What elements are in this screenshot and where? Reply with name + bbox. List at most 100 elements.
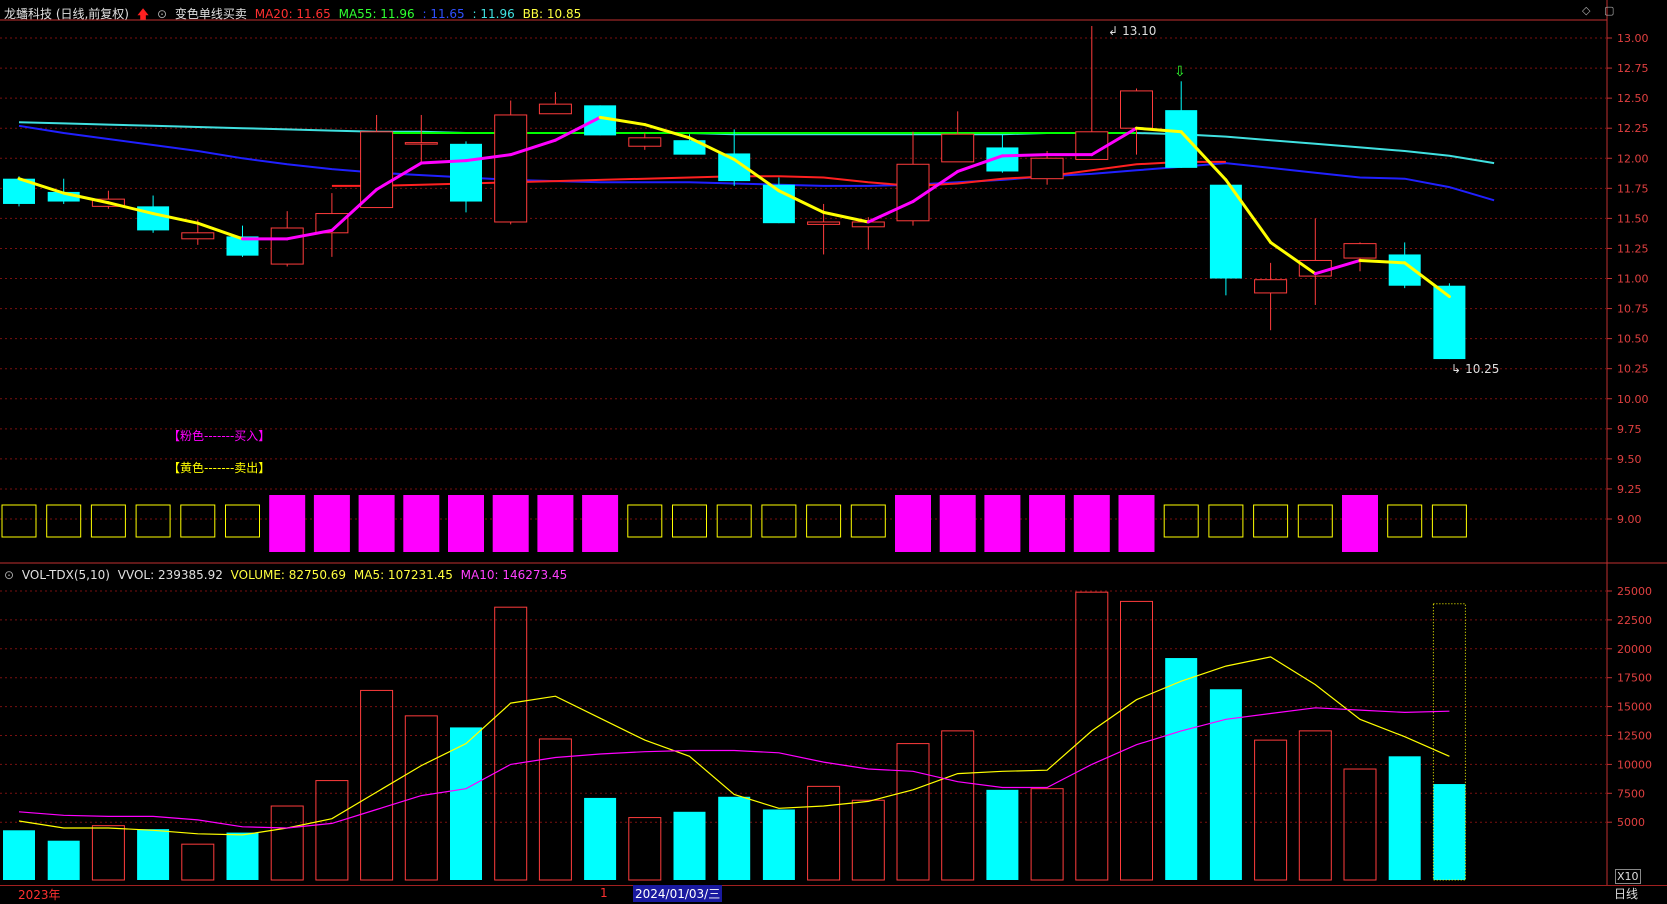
price-tick-label: 12.00	[1617, 152, 1649, 165]
bb-label: BB: 10.85	[522, 7, 582, 21]
ma5-label: MA5: 107231.45	[353, 568, 453, 582]
price-tick-label: 13.00	[1617, 32, 1649, 45]
price-tick-label: 9.00	[1617, 513, 1642, 526]
candle-body	[1254, 279, 1288, 294]
candle-body	[1343, 243, 1377, 259]
volume-bar	[941, 730, 975, 881]
price-axis: 9.00 9.25 9.50 9.75 10.00 10.25 10.50 10.75 11.0…	[1607, 32, 1652, 829]
stock-title[interactable]: 龙蟠科技 (日线,前复权)	[4, 7, 129, 21]
x10-badge[interactable]: X10	[1615, 869, 1641, 884]
cursor-date: 2024/01/03/三	[633, 885, 723, 902]
sell-signal-arrow-icon: ⇩	[1174, 64, 1186, 80]
up-arrow-icon: 🡅	[136, 7, 150, 21]
circle-menu-icon[interactable]: ⊙	[157, 7, 167, 21]
buy-signal-box	[895, 495, 931, 552]
buy-signal-box	[269, 495, 306, 552]
sell-signal-box	[761, 504, 797, 538]
volume-bar	[1254, 739, 1288, 881]
price-tick-label: 10.75	[1617, 303, 1649, 316]
volume-bar	[181, 843, 215, 881]
ma-blue-line	[18, 124, 1495, 202]
chart-header: 龙蟠科技 (日线,前复权) 🡅 ⊙ 变色单线买卖 MA20: 11.65 MA5…	[4, 5, 585, 26]
sell-signal-box	[1208, 504, 1244, 538]
candle-body	[807, 221, 841, 225]
ma55-label: MA55: 11.96	[338, 7, 415, 21]
buy-signal-box	[1342, 495, 1378, 552]
restore-window-icon[interactable]: ▢	[1604, 4, 1614, 17]
signal-boxes	[1, 495, 1467, 552]
price-tick-label: 12.25	[1617, 122, 1649, 135]
candle-body	[360, 131, 394, 209]
volume-bar	[1075, 591, 1109, 881]
price-tick-label: 9.25	[1617, 483, 1642, 496]
volume-chart[interactable]	[3, 591, 1466, 881]
price-tick-label: 11.25	[1617, 242, 1649, 255]
volume-tick-label: 22500	[1617, 614, 1652, 627]
diamond-icon[interactable]: ◇	[1582, 4, 1590, 17]
volume-bar	[137, 829, 170, 880]
date-bar[interactable]	[0, 885, 1667, 904]
chart-canvas[interactable]: 9.00 9.25 9.50 9.75 10.00 10.25 10.50 10.75 11.0…	[0, 0, 1667, 903]
sell-signal-box	[90, 504, 126, 538]
low-arrow-icon: ↳	[1451, 362, 1462, 376]
sell-signal-box	[180, 504, 216, 538]
buy-signal-box	[537, 495, 574, 552]
volume-bar	[450, 727, 482, 880]
buy-signal-box	[358, 495, 395, 552]
volume-bar	[1030, 788, 1064, 881]
price-tick-label: 12.75	[1617, 62, 1649, 75]
volume-bar	[404, 715, 438, 881]
candle-body	[181, 232, 215, 240]
year-label: 2023年	[18, 888, 61, 902]
volume-bar	[762, 809, 795, 880]
sell-signal-box	[135, 504, 171, 538]
volume-bar	[986, 789, 1019, 880]
candle-body	[1030, 157, 1064, 180]
ma20-label: MA20: 11.65	[254, 7, 331, 21]
sell-signal-box	[672, 504, 707, 538]
volume-bar	[494, 606, 528, 881]
low-value: 10.25	[1465, 362, 1500, 376]
vol-title[interactable]: VOL-TDX(5,10)	[22, 568, 110, 582]
buy-signal-box	[984, 495, 1021, 552]
circle-menu-icon[interactable]: ⊙	[4, 568, 14, 582]
price-chart[interactable]	[3, 25, 1495, 360]
legend-buy: 【粉色-------买入】	[168, 429, 271, 443]
candle-body	[270, 227, 304, 265]
buy-signal-box	[1029, 495, 1066, 552]
volume-bar	[673, 811, 706, 880]
candle-body	[538, 103, 572, 115]
volume-bar	[226, 832, 259, 880]
volume-bar	[47, 840, 80, 880]
sell-signal-box	[225, 504, 260, 538]
volume-bar	[91, 825, 125, 881]
sell-signal-box	[1253, 504, 1289, 538]
candle-body	[494, 114, 528, 223]
volume-bar	[1298, 730, 1332, 881]
sell-signal-box	[850, 504, 886, 538]
sell-signal-box	[806, 504, 842, 538]
bb-signal-segment	[822, 210, 870, 224]
high-value: 13.10	[1122, 24, 1157, 38]
volume-tick-label: 15000	[1617, 701, 1652, 714]
price-tick-label: 10.50	[1617, 333, 1649, 346]
candle-body	[404, 142, 438, 145]
candle-body	[628, 137, 662, 147]
volume-bar	[3, 830, 35, 880]
buy-signal-box	[1073, 495, 1110, 552]
volume-bar	[628, 817, 662, 881]
candle-body	[450, 143, 482, 202]
price-tick-label: 10.00	[1617, 393, 1649, 406]
volume-bar	[270, 805, 304, 881]
buy-signal-box	[492, 495, 529, 552]
volume-tick-label: 10000	[1617, 758, 1652, 771]
price-tick-label: 9.75	[1617, 423, 1642, 436]
period-label[interactable]: 日线	[1614, 885, 1638, 902]
candle-body	[1165, 110, 1198, 168]
sell-signal-box	[627, 504, 663, 538]
volume-bar	[1343, 768, 1377, 881]
bb-signal-segment	[330, 188, 379, 232]
indicator-name[interactable]: 变色单线买卖	[175, 7, 247, 21]
price-tick-label: 10.25	[1617, 363, 1649, 376]
volume-tick-label: 25000	[1617, 585, 1652, 598]
